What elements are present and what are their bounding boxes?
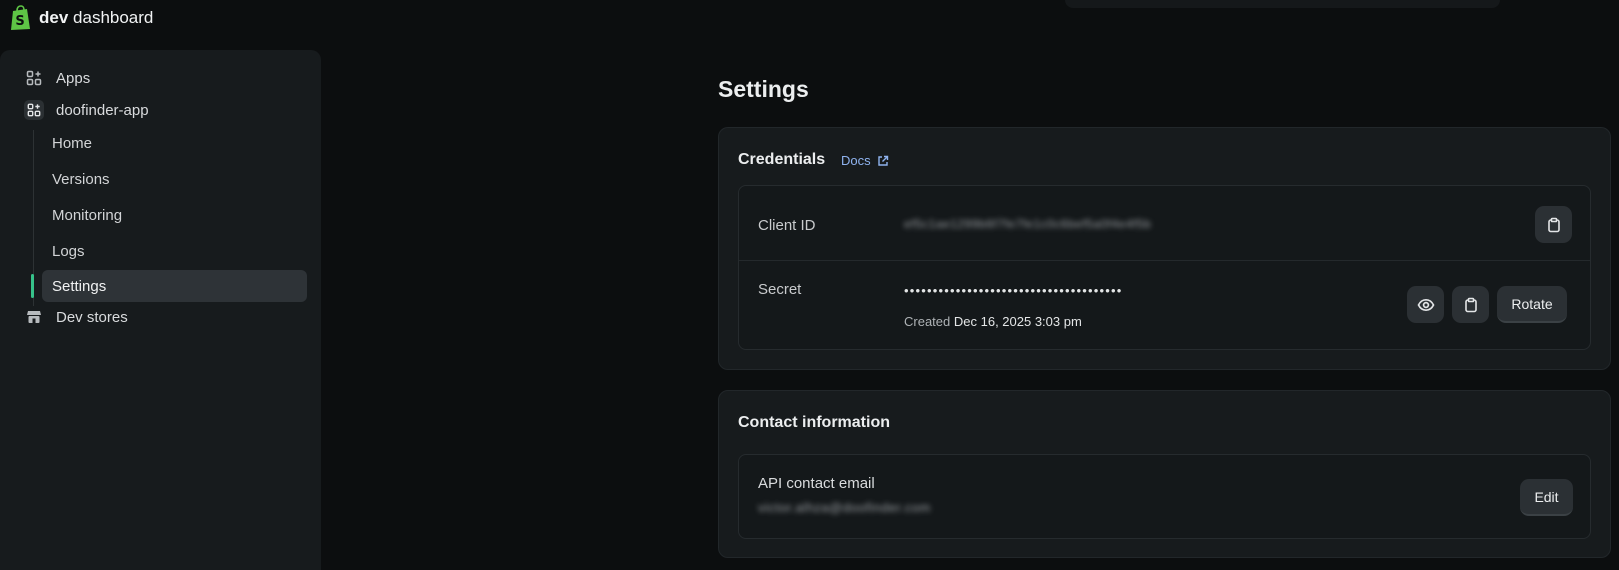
sidebar-item-settings[interactable]: Settings <box>42 270 307 302</box>
rotate-button[interactable]: Rotate <box>1497 286 1567 323</box>
api-email-value: victor.alhza@doofinder.com <box>758 500 931 515</box>
external-link-icon <box>877 155 888 166</box>
credentials-table: Client ID ef5c1ae1299b6f7fe7fe1c0c6bef5a… <box>738 185 1591 350</box>
copy-client-id-button[interactable] <box>1535 206 1572 243</box>
created-prefix: Created <box>904 314 951 329</box>
sidebar-item-label: Apps <box>56 69 91 87</box>
clipboard-icon <box>1547 217 1560 232</box>
eye-icon <box>1417 298 1434 311</box>
reveal-secret-button[interactable] <box>1407 286 1444 323</box>
shopify-bag-icon: S <box>11 5 30 30</box>
docs-link[interactable]: Docs <box>841 153 889 168</box>
sidebar-item-label: Dev stores <box>56 308 128 326</box>
page-title: Settings <box>718 76 809 102</box>
app-icon <box>24 100 44 120</box>
secret-created: Created Dec 16, 2025 3:03 pm <box>904 314 1082 329</box>
sidebar-item-app[interactable]: doofinder-app <box>24 100 149 120</box>
sidebar-item-monitoring[interactable]: Monitoring <box>42 199 307 231</box>
active-indicator <box>31 274 34 298</box>
secret-label: Secret <box>758 281 802 298</box>
copy-secret-button[interactable] <box>1452 286 1489 323</box>
sidebar-item-apps[interactable]: Apps <box>24 68 90 88</box>
top-bar: S dev dashboard <box>0 0 1619 36</box>
brand-dashboard: dashboard <box>73 8 154 27</box>
sidebar-item-home[interactable]: Home <box>42 127 307 159</box>
credentials-card: Credentials Docs Client ID ef5c1ae1299b6… <box>718 127 1611 370</box>
docs-link-label: Docs <box>841 153 871 168</box>
sidebar-item-label: doofinder-app <box>56 101 149 119</box>
created-date: Dec 16, 2025 3:03 pm <box>953 314 1082 329</box>
sidebar-item-label: Versions <box>52 170 110 188</box>
top-search-bar[interactable] <box>1065 0 1500 8</box>
svg-text:S: S <box>15 14 24 29</box>
client-id-label: Client ID <box>758 217 816 234</box>
secret-row: Secret •••••••••••••••••••••••••••••••••… <box>739 261 1590 349</box>
brand[interactable]: S dev dashboard <box>9 5 153 31</box>
secret-masked-value: •••••••••••••••••••••••••••••••••••••• <box>904 283 1123 298</box>
sidebar-item-logs[interactable]: Logs <box>42 235 307 267</box>
sidebar-item-dev-stores[interactable]: Dev stores <box>24 307 128 327</box>
edit-email-button[interactable]: Edit <box>1520 479 1573 516</box>
api-email-label: API contact email <box>758 475 875 492</box>
store-icon <box>24 307 44 327</box>
sidebar-item-label: Settings <box>52 277 107 295</box>
brand-dev: dev <box>39 8 69 27</box>
contact-row: API contact email victor.alhza@doofinder… <box>738 454 1591 539</box>
contact-card: Contact information API contact email vi… <box>718 390 1611 558</box>
contact-title: Contact information <box>738 414 890 431</box>
sidebar-item-label: Home <box>52 134 93 152</box>
sidebar-item-label: Logs <box>52 242 85 260</box>
client-id-value: ef5c1ae1299b6f7fe7fe1c0c6bef5a0f4e4f5b <box>904 217 1152 231</box>
credentials-title: Credentials <box>738 151 826 168</box>
sidebar-item-versions[interactable]: Versions <box>42 163 307 195</box>
sidebar: Apps doofinder-app Home Versions Monitor… <box>0 50 321 570</box>
apps-icon <box>24 68 44 88</box>
sidebar-item-label: Monitoring <box>52 206 123 224</box>
clipboard-icon <box>1464 297 1477 312</box>
